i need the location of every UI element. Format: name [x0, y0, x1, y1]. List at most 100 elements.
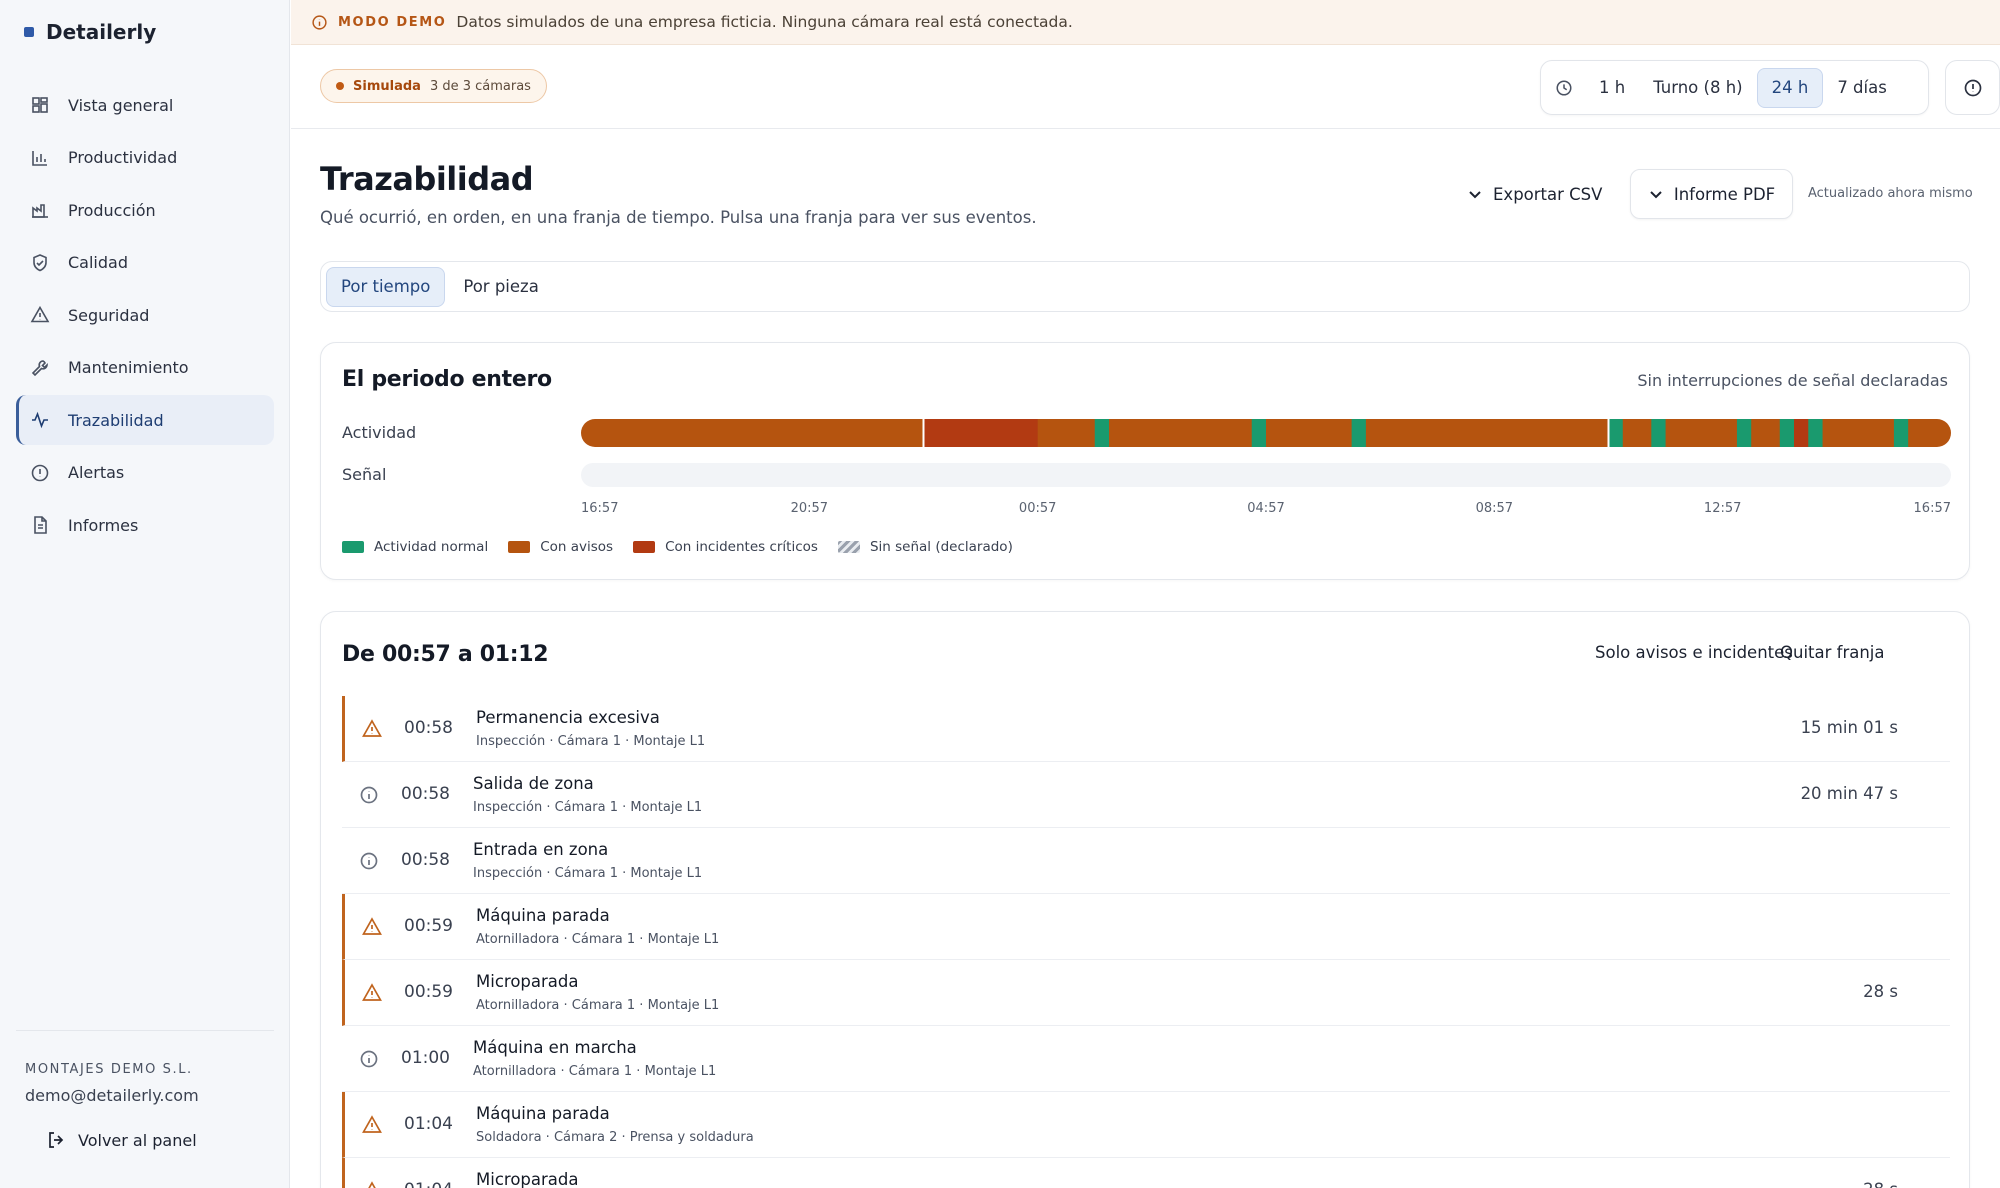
- event-time: 00:59: [404, 916, 453, 936]
- event-row[interactable]: 00:59 Microparada Atornilladora · Cámara 1…: [342, 960, 1950, 1026]
- filter-warnings-button[interactable]: Solo avisos e incidentes: [1595, 643, 1793, 662]
- tab-por-tiempo[interactable]: Por tiempo: [326, 266, 446, 307]
- legend-critical: Con incidentes críticos: [633, 539, 818, 555]
- info-button[interactable]: [1945, 60, 2000, 115]
- clear-range-button[interactable]: Quitar franja: [1780, 643, 1885, 662]
- timeline-axis: 16:57 20:57 00:57 04:57 08:57 12:57 16:57: [581, 501, 1951, 521]
- event-row[interactable]: 00:58 Entrada en zona Inspección · Cámara …: [342, 828, 1950, 894]
- topbar: Simulada 3 de 3 cámaras 1 h Turno (8 h) …: [291, 45, 2000, 129]
- event-time: 00:58: [401, 850, 450, 870]
- activity-segment-normal[interactable]: [1736, 419, 1752, 447]
- event-row[interactable]: 00:58 Salida de zona Inspección · Cámara 1…: [342, 762, 1950, 828]
- event-time: 00:59: [404, 982, 453, 1002]
- event-meta: Inspección · Cámara 1 · Montaje L1: [476, 734, 706, 749]
- sidebar-item-label: Informes: [68, 515, 139, 535]
- sidebar-item-calidad[interactable]: Calidad: [16, 238, 274, 288]
- sidebar-item-vista-general[interactable]: Vista general: [16, 80, 274, 130]
- demo-banner: MODO DEMO Datos simulados de una empresa…: [291, 0, 2000, 45]
- warning-triangle-icon: [361, 982, 383, 1004]
- range-1h[interactable]: 1 h: [1585, 68, 1639, 108]
- range-7d[interactable]: 7 días: [1823, 68, 1901, 108]
- export-csv-button[interactable]: Exportar CSV: [1455, 173, 1614, 215]
- event-row[interactable]: 00:58 Permanencia excesiva Inspección · Cá…: [342, 696, 1950, 762]
- legend-swatch-no-signal: [837, 541, 860, 553]
- alert-circle-icon: [31, 464, 49, 481]
- sidebar-item-alertas[interactable]: Alertas: [16, 448, 274, 498]
- tab-por-pieza[interactable]: Por pieza: [449, 267, 552, 307]
- event-time: 01:00: [401, 1048, 450, 1068]
- activity-row-label: Actividad: [342, 423, 417, 442]
- simulation-badge: Simulada 3 de 3 cámaras: [320, 69, 547, 103]
- export-csv-label: Exportar CSV: [1493, 184, 1603, 204]
- activity-segment-normal[interactable]: [1251, 419, 1266, 447]
- event-name: Entrada en zona: [473, 840, 609, 859]
- info-icon: [358, 850, 380, 872]
- factory-icon: [32, 204, 48, 218]
- activity-segment-normal[interactable]: [1351, 419, 1366, 447]
- sidebar-item-label: Vista general: [68, 95, 174, 115]
- event-row[interactable]: 01:04 Máquina parada Soldadora · Cámara 2 …: [342, 1092, 1950, 1158]
- activity-segment-critical[interactable]: [1794, 419, 1809, 447]
- events-range-title: De 00:57 a 01:12: [342, 642, 549, 667]
- info-icon: [358, 1048, 380, 1070]
- legend-warning: Con avisos: [508, 539, 613, 555]
- event-row[interactable]: 01:00 Máquina en marcha Atornilladora · Cá…: [342, 1026, 1950, 1092]
- event-meta: Atornilladora · Cámara 1 · Montaje L1: [476, 932, 720, 947]
- axis-tick-label: 08:57: [1475, 501, 1514, 516]
- warning-triangle-icon: [361, 1180, 383, 1188]
- axis-tick-label: 16:57: [581, 501, 619, 516]
- event-duration: 28 s: [1863, 1180, 1898, 1188]
- info-icon: [312, 14, 327, 30]
- activity-bar[interactable]: [581, 419, 1951, 447]
- event-row[interactable]: 00:59 Máquina parada Atornilladora · Cámar…: [342, 894, 1950, 960]
- sidebar: Detailerly Vista general Productividad P…: [0, 0, 290, 1188]
- timeline-chart[interactable]: [581, 419, 1951, 489]
- sidebar-item-trazabilidad[interactable]: Trazabilidad: [16, 395, 274, 445]
- activity-segment-normal[interactable]: [1779, 419, 1795, 447]
- events-card: De 00:57 a 01:12 Solo avisos e incidente…: [320, 611, 1970, 1188]
- range-24h[interactable]: 24 h: [1756, 67, 1824, 108]
- sidebar-item-informes[interactable]: Informes: [16, 500, 274, 550]
- legend-swatch-critical: [633, 541, 656, 553]
- brand[interactable]: Detailerly: [24, 20, 156, 44]
- sidebar-item-label: Seguridad: [68, 305, 150, 325]
- sidebar-item-seguridad[interactable]: Seguridad: [16, 290, 274, 340]
- clock-icon: [1556, 79, 1572, 96]
- legend-label: Con incidentes críticos: [665, 539, 818, 555]
- activity-segment-critical[interactable]: [923, 419, 1038, 447]
- sidebar-item-produccion[interactable]: Producción: [16, 185, 274, 235]
- event-name: Salida de zona: [473, 774, 594, 793]
- range-turno[interactable]: Turno (8 h): [1639, 68, 1756, 108]
- export-pdf-button[interactable]: Informe PDF: [1630, 169, 1793, 219]
- activity-segment-normal[interactable]: [1893, 419, 1909, 447]
- shield-check-icon: [33, 253, 47, 271]
- chevron-down-icon: [1650, 191, 1662, 199]
- back-to-panel-link[interactable]: Volver al panel: [46, 1130, 197, 1150]
- event-duration: 15 min 01 s: [1800, 718, 1898, 737]
- warning-triangle-icon: [30, 305, 50, 323]
- event-duration: 28 s: [1863, 982, 1898, 1001]
- sidebar-item-productividad[interactable]: Productividad: [16, 133, 274, 183]
- event-meta: Atornilladora · Cámara 1 · Montaje L1: [473, 1064, 717, 1079]
- activity-segment-normal[interactable]: [1651, 419, 1666, 447]
- warning-triangle-icon: [361, 718, 383, 740]
- event-duration: 20 min 47 s: [1800, 784, 1898, 803]
- company-name: MONTAJES DEMO S.L.: [25, 1062, 193, 1077]
- axis-tick-label: 04:57: [1247, 501, 1285, 516]
- sidebar-item-mantenimiento[interactable]: Mantenimiento: [16, 343, 274, 393]
- activity-segment-normal[interactable]: [1094, 419, 1110, 447]
- legend-no-signal: Sin señal (declarado): [837, 539, 1013, 555]
- brand-logo-icon: [24, 27, 34, 37]
- event-name: Permanencia excesiva: [476, 708, 660, 727]
- legend-label: Sin señal (declarado): [869, 539, 1013, 555]
- sidebar-item-label: Productividad: [68, 148, 178, 167]
- view-mode-tabs: Por tiempo Por pieza: [320, 261, 1970, 312]
- activity-segment-normal[interactable]: [1808, 419, 1823, 447]
- activity-segment-normal[interactable]: [1608, 419, 1623, 447]
- activity-icon: [32, 411, 48, 429]
- chevron-down-icon: [1469, 191, 1481, 199]
- event-time: 00:58: [401, 784, 450, 804]
- event-meta: Atornilladora · Cámara 1 · Montaje L1: [476, 998, 720, 1013]
- event-row[interactable]: 01:04MicroparadaSoldadora · Cámara 2 · P…: [342, 1158, 1950, 1188]
- demo-text: Datos simulados de una empresa ficticia.…: [456, 13, 1073, 31]
